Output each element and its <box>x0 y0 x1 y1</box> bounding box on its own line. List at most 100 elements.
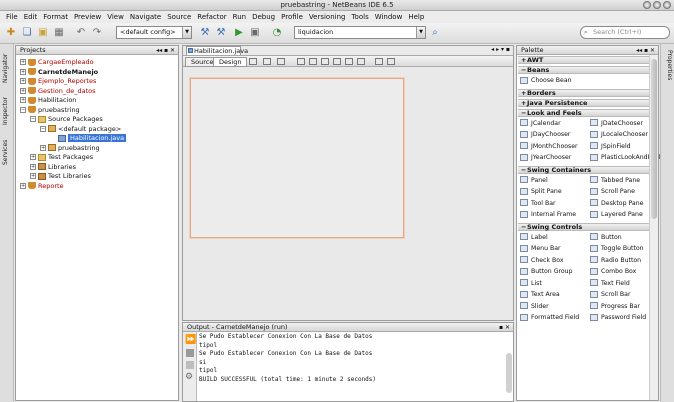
palette-category[interactable]: +AWT <box>518 56 650 64</box>
expand-icon[interactable]: + <box>20 182 26 189</box>
expand-icon[interactable]: + <box>20 78 26 84</box>
align-top-icon[interactable] <box>333 58 341 65</box>
menu-help[interactable]: Help <box>405 11 427 23</box>
tree-item[interactable]: Habilitacion.java <box>50 134 127 143</box>
menu-preview[interactable]: Preview <box>71 11 104 23</box>
config-select[interactable]: <default config> ▼ <box>116 26 192 39</box>
tree-item[interactable]: + Libraries <box>30 163 76 172</box>
minimize-button[interactable] <box>643 1 651 9</box>
palette-category[interactable]: −Beans <box>518 66 650 74</box>
palette-category[interactable]: +Java Persistence <box>518 98 650 107</box>
tree-item[interactable]: + Test Packages <box>30 153 93 162</box>
rerun-icon[interactable]: ⏩ <box>185 335 196 345</box>
palette-item[interactable]: Desktop Pane <box>590 199 643 209</box>
palette-item[interactable]: Choose Bean <box>520 76 572 86</box>
tree-item[interactable]: + Reporte <box>20 182 64 191</box>
menu-navigate[interactable]: Navigate <box>127 11 164 23</box>
palette-item[interactable]: Scroll Bar <box>590 290 631 300</box>
menu-source[interactable]: Source <box>164 11 194 23</box>
expand-icon[interactable]: + <box>40 144 46 151</box>
expand-icon[interactable]: + <box>20 68 26 75</box>
design-button[interactable]: Design <box>213 57 248 67</box>
output-scrollbar[interactable] <box>506 353 512 393</box>
align-left-icon[interactable] <box>297 58 305 65</box>
menu-refactor[interactable]: Refactor <box>194 11 229 23</box>
palette-category[interactable]: −Swing Containers <box>518 165 650 174</box>
panel-controls-icon[interactable]: ◂◂ ▪ ✕ <box>156 46 175 55</box>
design-form[interactable] <box>190 78 404 238</box>
palette-item[interactable]: JDateChooser <box>590 119 643 129</box>
tree-item[interactable]: + Ejemplo_Reportes <box>20 77 96 86</box>
maximize-button[interactable] <box>653 1 661 9</box>
search-input[interactable]: ⌕ Search (Ctrl+I) <box>580 26 670 39</box>
collapse-icon[interactable]: − <box>40 125 46 132</box>
palette-scrollbar[interactable] <box>649 55 658 400</box>
tree-item[interactable]: + CargaeEmpleado <box>20 58 94 67</box>
palette-item[interactable]: Text Area <box>520 290 560 300</box>
menu-profile[interactable]: Profile <box>278 11 306 23</box>
center-vertical-icon[interactable] <box>357 58 365 65</box>
editor-controls-icon[interactable]: ◂ ▸ ▾ ▪ <box>491 46 510 53</box>
collapse-icon[interactable]: − <box>20 106 26 113</box>
palette-category[interactable]: −Swing Controls <box>518 222 650 231</box>
palette-category[interactable]: −Look and Feels <box>518 108 650 117</box>
collapse-icon[interactable]: − <box>30 116 36 122</box>
settings-icon[interactable]: ⚙ <box>185 372 193 382</box>
tree-item[interactable]: − <default package> <box>40 125 121 134</box>
editor-tab[interactable]: Habilitacion.java ✕ <box>186 46 248 63</box>
clean-build-icon[interactable]: ⚒ <box>214 26 228 40</box>
menu-window[interactable]: Window <box>372 11 406 23</box>
run-icon[interactable]: ▶ <box>232 26 246 40</box>
find-icon[interactable]: ⌕ <box>428 26 442 40</box>
connection-mode-icon[interactable] <box>263 58 271 65</box>
tree-item[interactable]: + Gestion_de_datos <box>20 87 96 96</box>
palette-item[interactable]: Button <box>590 233 622 243</box>
tab-services[interactable]: Services <box>2 134 12 170</box>
history-select[interactable]: liquidacion ▼ <box>294 26 426 39</box>
palette-item[interactable]: Internal Frame <box>520 210 576 220</box>
palette-item[interactable]: Tabbed Pane <box>590 176 640 186</box>
tree-item[interactable]: + pruebastring <box>40 144 100 153</box>
align-bottom-icon[interactable] <box>345 58 353 65</box>
palette-item[interactable]: Layered Pane <box>590 210 643 220</box>
resize-horizontal-icon[interactable] <box>375 58 383 65</box>
palette-item[interactable]: List <box>520 279 542 289</box>
menu-format[interactable]: Format <box>40 11 71 23</box>
tree-item[interactable]: + Test Libraries <box>30 172 91 181</box>
align-right-icon[interactable] <box>309 58 317 65</box>
palette-item[interactable]: Split Pane <box>520 187 562 197</box>
redo-icon[interactable]: ↷ <box>90 26 104 40</box>
new-project-icon[interactable]: ✚ <box>4 26 18 40</box>
expand-icon[interactable]: + <box>30 154 36 160</box>
expand-icon[interactable]: + <box>30 173 36 179</box>
palette-item[interactable]: JYearChooser <box>520 153 571 163</box>
tab-properties[interactable]: Properties <box>663 50 673 80</box>
palette-category[interactable]: +Borders <box>518 88 650 97</box>
expand-icon[interactable]: + <box>20 59 26 65</box>
menu-debug[interactable]: Debug <box>249 11 278 23</box>
stop-icon[interactable] <box>186 349 194 357</box>
new-file-icon[interactable]: ❏ <box>20 26 34 40</box>
palette-item[interactable]: JDayChooser <box>520 130 570 140</box>
selection-mode-icon[interactable] <box>249 58 257 65</box>
tree-item[interactable]: + Habilitacion <box>20 96 76 105</box>
menu-tools[interactable]: Tools <box>348 11 371 23</box>
palette-item[interactable]: Scroll Pane <box>590 187 635 197</box>
palette-item[interactable]: Slider <box>520 302 549 312</box>
palette-item[interactable]: JMonthChooser <box>520 142 578 152</box>
expand-icon[interactable]: + <box>30 163 36 170</box>
build-icon[interactable]: ⚒ <box>198 26 212 40</box>
palette-item[interactable]: Check Box <box>520 256 564 266</box>
menu-file[interactable]: File <box>3 11 21 23</box>
close-button[interactable] <box>663 1 671 9</box>
tree-item[interactable]: − pruebastring <box>20 106 80 115</box>
palette-item[interactable]: JLocaleChooser <box>590 130 648 140</box>
profile-icon[interactable]: ◔ <box>270 26 284 40</box>
palette-item[interactable]: Button Group <box>520 267 573 277</box>
menu-edit[interactable]: Edit <box>21 11 41 23</box>
tree-item[interactable]: + CarnetdeManejo <box>20 68 98 77</box>
palette-item[interactable]: Panel <box>520 176 548 186</box>
palette-item[interactable]: Progress Bar <box>590 302 640 312</box>
open-project-icon[interactable]: ▣ <box>36 26 50 40</box>
menu-run[interactable]: Run <box>230 11 249 23</box>
